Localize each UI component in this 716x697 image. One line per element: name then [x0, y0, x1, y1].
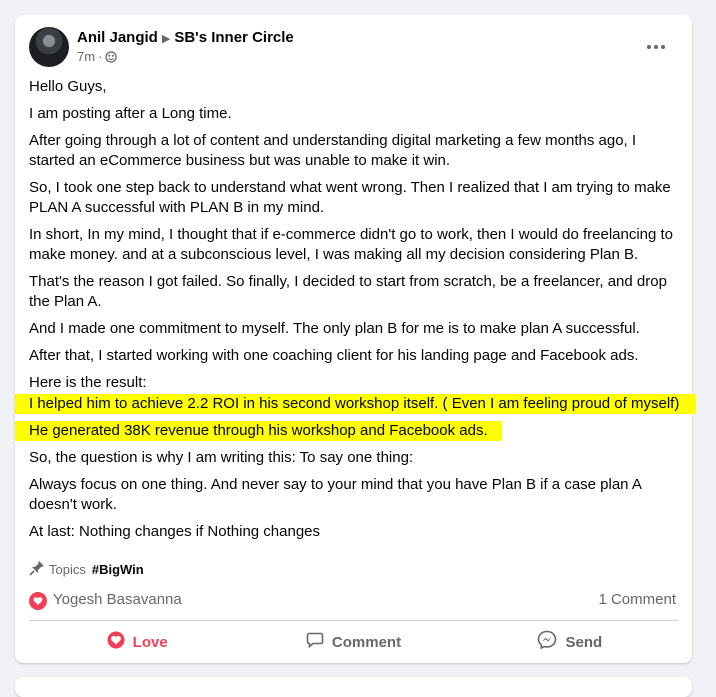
action-bar: Love Comment Send	[29, 626, 678, 658]
topics-row: Topics #BigWin	[29, 559, 144, 579]
meta-separator: ·	[98, 49, 103, 64]
post-card: Anil Jangid ▶ SB's Inner Circle 7m · Hello …	[15, 15, 696, 663]
next-post-card	[15, 677, 692, 697]
post-paragraph: Always focus on one thing. And never say…	[29, 476, 642, 513]
love-reaction-icon[interactable]	[29, 592, 47, 610]
post-paragraph: So, the question is why I am writing thi…	[29, 449, 414, 466]
post-header: Anil Jangid ▶ SB's Inner Circle 7m ·	[29, 27, 678, 69]
post-paragraph: And I made one commitment to myself. The…	[29, 320, 640, 337]
avatar[interactable]	[29, 27, 69, 67]
post-paragraph: After that, I started working with one c…	[29, 347, 639, 364]
reactor-name[interactable]: Yogesh Basavanna	[53, 591, 182, 608]
highlighted-text: He generated 38K revenue through his wor…	[15, 421, 502, 441]
heart-icon	[107, 631, 125, 653]
post-time[interactable]: 7m	[77, 49, 95, 64]
more-options-icon[interactable]	[638, 33, 674, 61]
post-body: Hello Guys, I am posting after a Long ti…	[15, 77, 696, 549]
love-button[interactable]: Love	[29, 626, 245, 658]
highlighted-text: I helped him to achieve 2.2 ROI in his s…	[15, 394, 696, 414]
author-line: Anil Jangid ▶ SB's Inner Circle	[77, 28, 294, 49]
author-name[interactable]: Anil Jangid	[77, 29, 158, 46]
divider	[29, 620, 678, 621]
pin-icon	[29, 560, 45, 579]
post-meta: 7m ·	[77, 49, 118, 67]
reactions-row: Yogesh Basavanna 1 Comment	[29, 591, 678, 611]
post-paragraph: In short, In my mind, I thought that if …	[29, 226, 674, 263]
audience-icon	[105, 51, 118, 67]
topic-tag[interactable]: #BigWin	[92, 562, 144, 577]
post-paragraph: At last: Nothing changes if Nothing chan…	[29, 523, 321, 540]
post-paragraph: After going through a lot of content and…	[29, 132, 637, 169]
send-label: Send	[565, 633, 603, 651]
comment-label: Comment	[331, 633, 402, 651]
love-label: Love	[132, 633, 168, 651]
post-paragraph: So, I took one step back to understand w…	[29, 179, 671, 216]
comment-icon	[306, 631, 324, 653]
highlight-line: He generated 38K revenue through his wor…	[15, 421, 678, 441]
caret-right-icon: ▶	[161, 33, 171, 45]
highlight-line: I helped him to achieve 2.2 ROI in his s…	[15, 394, 696, 414]
send-button[interactable]: Send	[462, 626, 678, 658]
post-paragraph: Here is the result:	[29, 374, 147, 391]
comment-button[interactable]: Comment	[245, 626, 461, 658]
comment-count[interactable]: 1 Comment	[598, 591, 676, 608]
messenger-icon	[537, 630, 557, 654]
post-paragraph: Hello Guys,	[29, 78, 107, 95]
post-paragraph: I am posting after a Long time.	[29, 105, 232, 122]
topics-label: Topics	[49, 561, 86, 577]
group-name[interactable]: SB's Inner Circle	[174, 29, 293, 46]
post-paragraph: That's the reason I got failed. So final…	[29, 273, 667, 310]
